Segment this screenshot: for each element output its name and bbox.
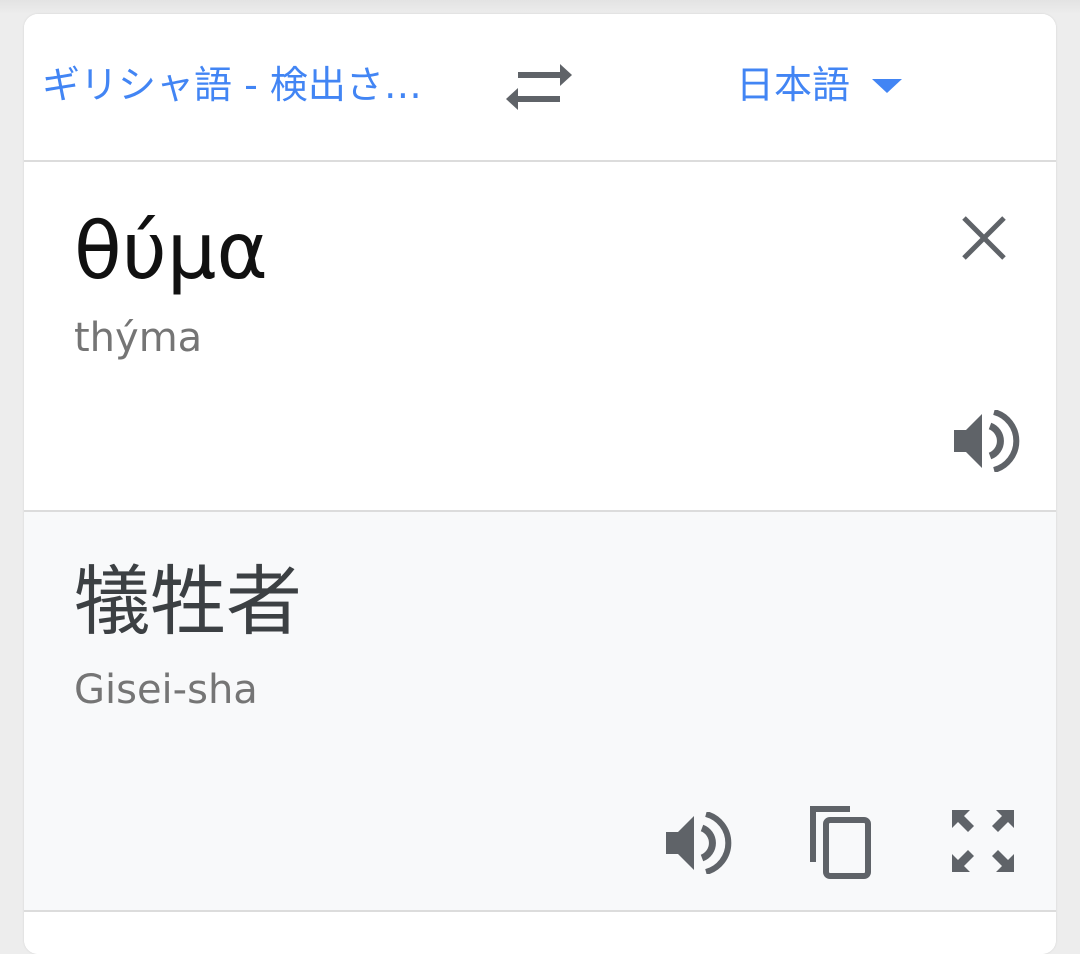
source-language-selector[interactable]: ギリシャ語 - 検出さ…	[42, 60, 452, 110]
next-card-edge	[24, 912, 1056, 954]
close-icon[interactable]	[954, 208, 1014, 268]
speaker-icon[interactable]	[950, 410, 1020, 472]
copy-icon[interactable]	[806, 802, 876, 882]
speaker-icon[interactable]	[662, 812, 732, 874]
swap-languages-icon[interactable]	[504, 60, 574, 114]
fullscreen-icon[interactable]	[950, 808, 1016, 874]
translation-result-panel: 犠牲者 Gisei-sha	[24, 512, 1056, 912]
translation-transliteration: Gisei-sha	[74, 667, 258, 713]
language-bar: ギリシャ語 - 検出さ… 日本語	[24, 14, 1056, 162]
translate-card: ギリシャ語 - 検出さ… 日本語 θύμα thýma 犠牲者 Gisei-sh…	[24, 14, 1056, 954]
chevron-down-icon	[870, 75, 904, 95]
target-language-selector[interactable]: 日本語	[736, 60, 904, 110]
translation-text: 犠牲者	[74, 557, 302, 646]
source-input-panel[interactable]: θύμα thýma	[24, 162, 1056, 512]
source-transliteration: thýma	[74, 315, 203, 361]
status-shade	[0, 0, 1080, 14]
source-text[interactable]: θύμα	[74, 202, 268, 302]
target-language-label: 日本語	[736, 63, 851, 107]
